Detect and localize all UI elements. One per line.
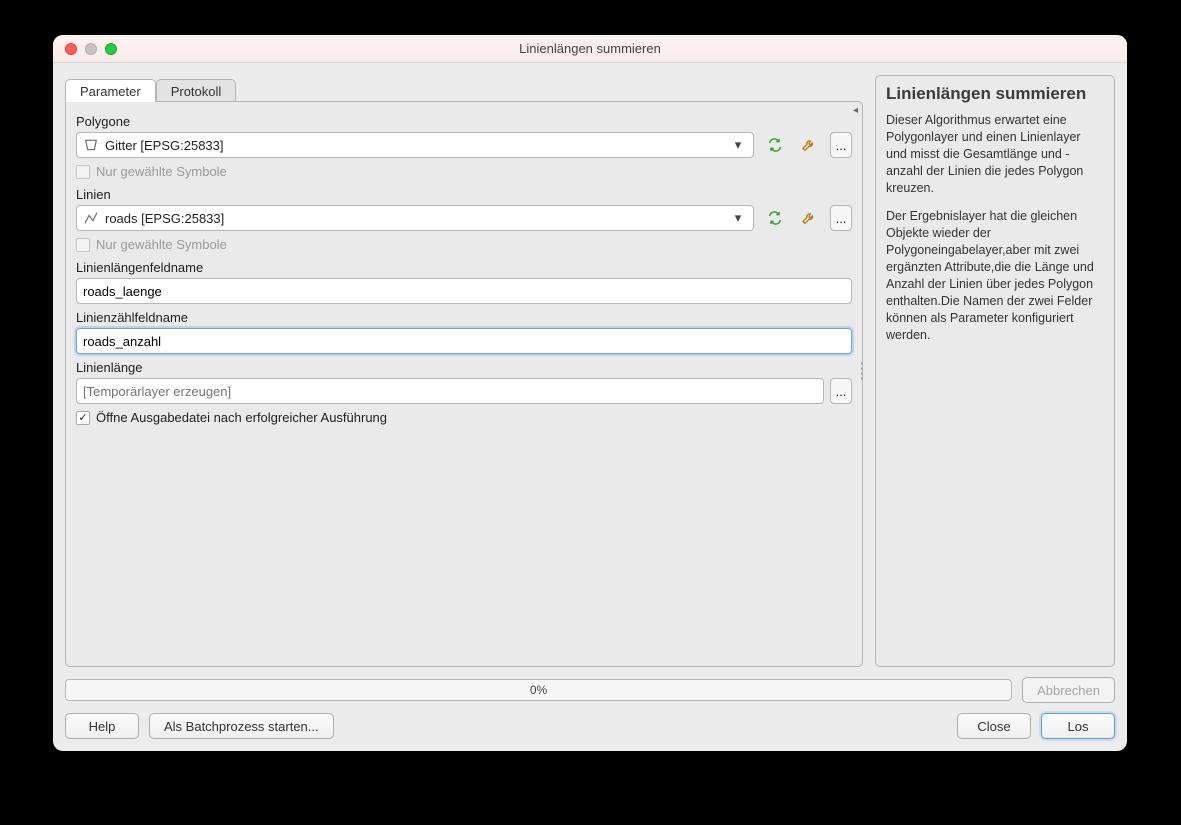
help-paragraph-2: Der Ergebnislayer hat die gleichen Objek… bbox=[886, 208, 1104, 343]
run-button[interactable]: Los bbox=[1041, 713, 1115, 739]
run-batch-button[interactable]: Als Batchprozess starten... bbox=[149, 713, 334, 739]
iterate-features-button-2[interactable] bbox=[762, 205, 788, 231]
linien-browse-button[interactable]: ... bbox=[830, 205, 852, 231]
length-field-input[interactable] bbox=[76, 278, 852, 304]
help-paragraph-1: Dieser Algorithmus erwartet eine Polygon… bbox=[886, 112, 1104, 196]
tab-parameter[interactable]: Parameter bbox=[65, 79, 156, 102]
open-after-checkbox[interactable]: ✓ bbox=[76, 411, 90, 425]
chevron-down-icon: ▾ bbox=[729, 210, 747, 226]
polygone-selected-only-row: Nur gewählte Symbole bbox=[76, 160, 852, 181]
count-field-input[interactable] bbox=[76, 328, 852, 354]
polygone-selected-only-checkbox bbox=[76, 165, 90, 179]
line-layer-icon bbox=[83, 210, 99, 226]
cancel-progress-button: Abbrechen bbox=[1022, 677, 1115, 703]
output-label: Linienlänge bbox=[76, 356, 852, 376]
help-panel: Linienlängen summieren Dieser Algorithmu… bbox=[875, 75, 1115, 667]
progress-text: 0% bbox=[530, 683, 547, 697]
window-zoom-button[interactable] bbox=[105, 43, 117, 55]
help-title: Linienlängen summieren bbox=[886, 84, 1104, 104]
progress-row: 0% Abbrechen bbox=[65, 677, 1115, 703]
dialog-window: Linienlängen summieren Parameter Protoko… bbox=[53, 35, 1127, 751]
splitter-handle[interactable] bbox=[861, 363, 863, 380]
polygone-label: Polygone bbox=[76, 110, 852, 130]
window-minimize-button[interactable] bbox=[85, 43, 97, 55]
count-field-label: Linienzählfeldname bbox=[76, 306, 852, 326]
output-row: ... bbox=[76, 378, 852, 404]
dialog-body: Parameter Protokoll ◂ Polygone Gitter [E… bbox=[53, 63, 1127, 751]
advanced-options-button[interactable] bbox=[796, 132, 822, 158]
iterate-icon bbox=[767, 210, 783, 226]
output-input[interactable] bbox=[76, 378, 824, 404]
upper-area: Parameter Protokoll ◂ Polygone Gitter [E… bbox=[65, 75, 1115, 667]
output-browse-button[interactable]: ... bbox=[830, 378, 852, 404]
linien-row: roads [EPSG:25833] ▾ ... bbox=[76, 205, 852, 231]
linien-label: Linien bbox=[76, 183, 852, 203]
help-button[interactable]: Help bbox=[65, 713, 139, 739]
iterate-icon bbox=[767, 137, 783, 153]
close-button[interactable]: Close bbox=[957, 713, 1031, 739]
titlebar: Linienlängen summieren bbox=[53, 35, 1127, 63]
polygone-row: Gitter [EPSG:25833] ▾ ... bbox=[76, 132, 852, 158]
linien-layer-value: roads [EPSG:25833] bbox=[105, 211, 723, 226]
tab-protokoll[interactable]: Protokoll bbox=[156, 79, 237, 102]
linien-selected-only-row: Nur gewählte Symbole bbox=[76, 233, 852, 254]
tab-bar: Parameter Protokoll bbox=[65, 75, 863, 101]
polygone-browse-button[interactable]: ... bbox=[830, 132, 852, 158]
iterate-features-button[interactable] bbox=[762, 132, 788, 158]
open-after-row[interactable]: ✓ Öffne Ausgabedatei nach erfolgreicher … bbox=[76, 406, 852, 427]
polygon-layer-icon bbox=[83, 137, 99, 153]
window-title: Linienlängen summieren bbox=[53, 41, 1127, 56]
polygone-layer-value: Gitter [EPSG:25833] bbox=[105, 138, 723, 153]
left-column: Parameter Protokoll ◂ Polygone Gitter [E… bbox=[65, 75, 863, 667]
advanced-options-button-2[interactable] bbox=[796, 205, 822, 231]
wrench-icon bbox=[801, 210, 817, 226]
linien-layer-select[interactable]: roads [EPSG:25833] ▾ bbox=[76, 205, 754, 231]
wrench-icon bbox=[801, 137, 817, 153]
collapse-handle-icon[interactable]: ◂ bbox=[853, 105, 858, 116]
polygone-selected-only-label: Nur gewählte Symbole bbox=[96, 164, 227, 179]
parameter-panel: ◂ Polygone Gitter [EPSG:25833] ▾ bbox=[65, 101, 863, 667]
button-bar: Help Als Batchprozess starten... Close L… bbox=[65, 713, 1115, 739]
open-after-label: Öffne Ausgabedatei nach erfolgreicher Au… bbox=[96, 410, 387, 425]
linien-selected-only-checkbox bbox=[76, 238, 90, 252]
polygone-layer-select[interactable]: Gitter [EPSG:25833] ▾ bbox=[76, 132, 754, 158]
linien-selected-only-label: Nur gewählte Symbole bbox=[96, 237, 227, 252]
traffic-lights bbox=[53, 43, 117, 55]
length-field-label: Linienlängenfeldname bbox=[76, 256, 852, 276]
chevron-down-icon: ▾ bbox=[729, 137, 747, 153]
window-close-button[interactable] bbox=[65, 43, 77, 55]
progress-bar: 0% bbox=[65, 679, 1012, 701]
